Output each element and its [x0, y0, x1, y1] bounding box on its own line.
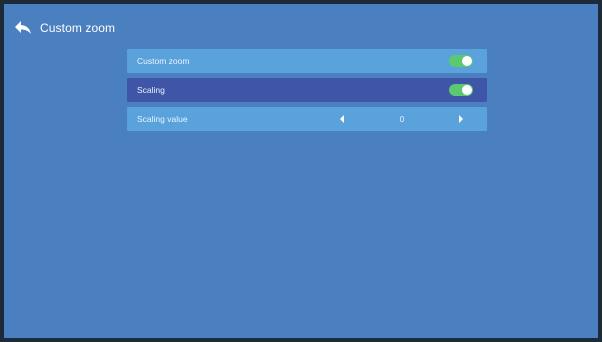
header: Custom zoom [14, 18, 115, 38]
toggle-knob [462, 56, 472, 66]
increase-arrow-icon[interactable] [459, 115, 463, 123]
menu-item-custom-zoom[interactable]: Custom zoom [127, 49, 487, 73]
custom-zoom-toggle[interactable] [449, 55, 473, 67]
menu-item-label: Custom zoom [137, 56, 190, 66]
settings-menu: Custom zoom Scaling Scaling value 0 [127, 49, 487, 136]
toggle-knob [462, 85, 472, 95]
screen: Custom zoom Custom zoom Scaling Scaling … [4, 4, 598, 338]
back-arrow-icon[interactable] [14, 20, 34, 36]
menu-item-scaling[interactable]: Scaling [127, 78, 487, 102]
page-title: Custom zoom [40, 21, 116, 35]
menu-item-label: Scaling value [137, 114, 188, 124]
scaling-toggle[interactable] [449, 84, 473, 96]
menu-item-label: Scaling [137, 85, 165, 95]
decrease-arrow-icon[interactable] [340, 115, 344, 123]
scaling-value: 0 [399, 114, 405, 124]
menu-item-scaling-value[interactable]: Scaling value 0 [127, 107, 487, 131]
